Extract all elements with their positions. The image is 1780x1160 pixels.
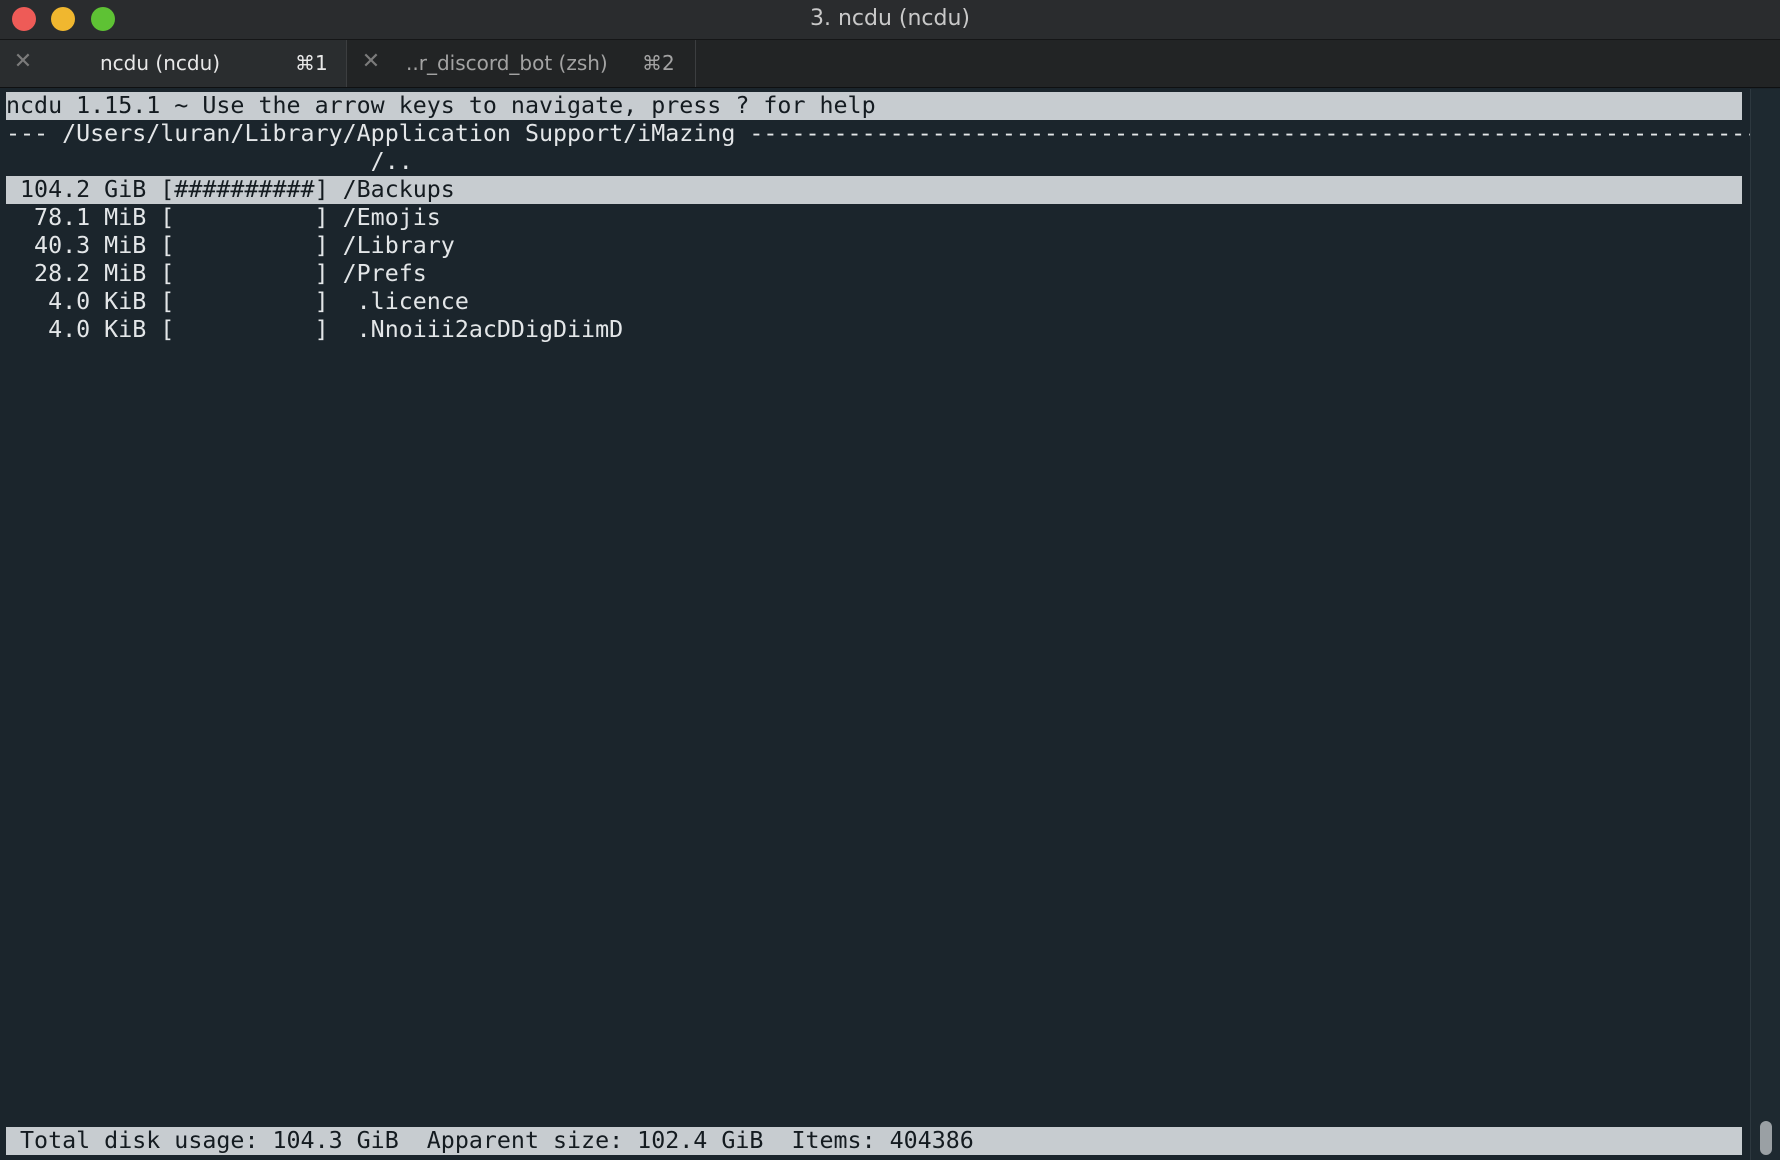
tab-bar: ✕ ncdu (ncdu) ⌘1 ✕ ..r_discord_bot (zsh)…	[0, 40, 1780, 88]
dir-entry-library[interactable]: 40.3 MiB [ ] /Library	[6, 232, 1742, 260]
dir-entry-prefs[interactable]: 28.2 MiB [ ] /Prefs	[6, 260, 1742, 288]
ncdu-header: ncdu 1.15.1 ~ Use the arrow keys to navi…	[6, 92, 1742, 120]
terminal-view[interactable]: ncdu 1.15.1 ~ Use the arrow keys to navi…	[0, 89, 1780, 1160]
status-bar: Total disk usage: 104.3 GiB Apparent siz…	[6, 1127, 1742, 1155]
file-entry-nnoiii[interactable]: 4.0 KiB [ ] .Nnoiii2acDDigDiimD	[6, 316, 1742, 344]
file-entry-licence[interactable]: 4.0 KiB [ ] .licence	[6, 288, 1742, 316]
scrollbar[interactable]	[1750, 89, 1780, 1160]
current-path-line: --- /Users/luran/Library/Application Sup…	[6, 120, 1774, 147]
window-title: 3. ncdu (ncdu)	[809, 6, 971, 31]
close-tab-icon[interactable]: ✕	[360, 51, 382, 73]
tab-shortcut: ⌘1	[295, 51, 328, 75]
tab-discord-bot[interactable]: ✕ ..r_discord_bot (zsh) ⌘2	[348, 40, 696, 87]
tab-ncdu[interactable]: ✕ ncdu (ncdu) ⌘1	[0, 40, 347, 87]
title-bar: 3. ncdu (ncdu)	[0, 0, 1780, 40]
tab-label: ncdu (ncdu)	[100, 51, 221, 75]
dir-entry-emojis[interactable]: 78.1 MiB [ ] /Emojis	[6, 204, 1742, 232]
dir-entry-backups[interactable]: 104.2 GiB [##########] /Backups	[6, 176, 1742, 204]
tab-label: ..r_discord_bot (zsh)	[406, 51, 608, 75]
parent-directory-entry[interactable]: /..	[6, 148, 1742, 176]
tab-shortcut: ⌘2	[642, 51, 675, 75]
scrollbar-thumb[interactable]	[1760, 1121, 1772, 1155]
close-tab-icon[interactable]: ✕	[12, 51, 34, 73]
